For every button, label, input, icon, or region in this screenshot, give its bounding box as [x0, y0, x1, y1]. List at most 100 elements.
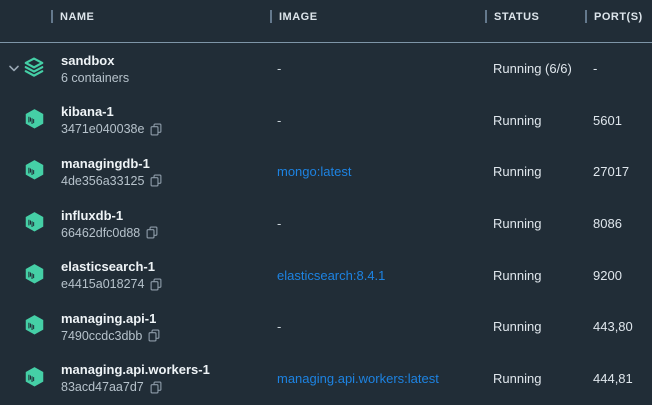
- name-text-block: kibana-1 3471e040038e: [61, 103, 162, 137]
- table-row[interactable]: managing.api-1 7490ccdc3dbb - Running 4: [0, 301, 652, 353]
- ports-text: 5601: [593, 113, 622, 128]
- name-text-block: influxdb-1 66462dfc0d88: [61, 207, 158, 241]
- ports-cell: 8086: [585, 216, 652, 231]
- container-name: influxdb-1: [61, 207, 158, 224]
- name-cell: sandbox 6 containers: [0, 52, 270, 86]
- status-cell: Running: [485, 319, 585, 334]
- copy-icon[interactable]: [150, 278, 162, 291]
- image-cell: managing.api.workers:latest: [270, 371, 485, 386]
- ports-text: 27017: [593, 164, 629, 179]
- ports-cell: 444,81: [585, 371, 652, 386]
- container-icon: [24, 108, 45, 133]
- ports-text: -: [593, 61, 597, 76]
- status-text: Running (6/6): [493, 61, 572, 76]
- row-icon-box: [22, 56, 46, 81]
- status-text: Running: [493, 371, 541, 386]
- name-text-block: managing.api.workers-1 83acd47aa7d7: [61, 361, 210, 395]
- name-cell: managingdb-1 4de356a33125: [0, 155, 270, 189]
- image-cell: -: [270, 61, 485, 76]
- image-cell: -: [270, 113, 485, 128]
- status-text: Running: [493, 216, 541, 231]
- column-header-label: NAME: [60, 11, 94, 23]
- status-cell: Running: [485, 216, 585, 231]
- container-subtext: 66462dfc0d88: [61, 225, 140, 241]
- column-header-ports: PORT(S): [585, 10, 652, 32]
- table-body: sandbox 6 containers - Running (6/6) -: [0, 43, 652, 405]
- copy-icon[interactable]: [150, 123, 162, 136]
- column-header-name: NAME: [0, 10, 270, 32]
- status-text: Running: [493, 268, 541, 283]
- expand-chevron-icon[interactable]: [6, 65, 22, 72]
- image-name[interactable]: elasticsearch:8.4.1: [277, 268, 385, 283]
- table-row[interactable]: managing.api.workers-1 83acd47aa7d7 mana…: [0, 353, 652, 405]
- container-name: managingdb-1: [61, 155, 162, 172]
- copy-icon[interactable]: [146, 226, 158, 239]
- name-cell: managing.api-1 7490ccdc3dbb: [0, 310, 270, 344]
- container-icon: [24, 366, 45, 391]
- column-separator: [485, 10, 487, 23]
- copy-icon[interactable]: [148, 329, 160, 342]
- row-icon-box: [22, 159, 46, 184]
- name-cell: kibana-1 3471e040038e: [0, 103, 270, 137]
- column-separator: [270, 10, 272, 23]
- table-row[interactable]: elasticsearch-1 e4415a018274 elasticsear…: [0, 249, 652, 301]
- column-header-label: PORT(S): [594, 11, 643, 23]
- row-icon-box: [22, 314, 46, 339]
- image-cell: -: [270, 216, 485, 231]
- name-text-block: elasticsearch-1 e4415a018274: [61, 258, 162, 292]
- ports-text: 443,80: [593, 319, 633, 334]
- ports-cell: 5601: [585, 113, 652, 128]
- container-icon: [24, 159, 45, 184]
- container-subtext: 7490ccdc3dbb: [61, 328, 142, 344]
- container-icon: [24, 314, 45, 339]
- container-name: kibana-1: [61, 103, 162, 120]
- image-name[interactable]: managing.api.workers:latest: [277, 371, 439, 386]
- column-separator: [585, 10, 587, 23]
- container-subtext: 3471e040038e: [61, 121, 144, 137]
- container-icon: [24, 211, 45, 236]
- name-cell: influxdb-1 66462dfc0d88: [0, 207, 270, 241]
- table-row[interactable]: influxdb-1 66462dfc0d88 - Running 8086: [0, 198, 652, 250]
- row-icon-box: [22, 211, 46, 236]
- name-text-block: managingdb-1 4de356a33125: [61, 155, 162, 189]
- stack-icon: [23, 56, 45, 81]
- ports-cell: 443,80: [585, 319, 652, 334]
- row-icon-box: [22, 108, 46, 133]
- table-header: NAME IMAGE STATUS PORT(S): [0, 0, 652, 43]
- column-header-image: IMAGE: [270, 10, 485, 32]
- container-name: managing.api.workers-1: [61, 361, 210, 378]
- copy-icon[interactable]: [150, 174, 162, 187]
- status-text: Running: [493, 164, 541, 179]
- row-icon-box: [22, 263, 46, 288]
- column-header-status: STATUS: [485, 10, 585, 32]
- ports-cell: -: [585, 61, 652, 76]
- table-row[interactable]: kibana-1 3471e040038e - Running 5601: [0, 95, 652, 147]
- image-cell: -: [270, 319, 485, 334]
- image-cell: mongo:latest: [270, 164, 485, 179]
- status-text: Running: [493, 319, 541, 334]
- container-subtext: 83acd47aa7d7: [61, 379, 144, 395]
- name-cell: managing.api.workers-1 83acd47aa7d7: [0, 361, 270, 395]
- status-cell: Running: [485, 371, 585, 386]
- ports-cell: 9200: [585, 268, 652, 283]
- copy-icon[interactable]: [150, 381, 162, 394]
- table-row[interactable]: managingdb-1 4de356a33125 mongo:latest R…: [0, 146, 652, 198]
- image-name: -: [277, 61, 281, 76]
- container-subtext: e4415a018274: [61, 276, 144, 292]
- column-header-label: STATUS: [494, 11, 539, 23]
- status-cell: Running (6/6): [485, 61, 585, 76]
- image-name[interactable]: mongo:latest: [277, 164, 351, 179]
- table-row[interactable]: sandbox 6 containers - Running (6/6) -: [0, 43, 652, 95]
- image-cell: elasticsearch:8.4.1: [270, 268, 485, 283]
- containers-table: NAME IMAGE STATUS PORT(S): [0, 0, 652, 405]
- column-header-label: IMAGE: [279, 11, 318, 23]
- image-name: -: [277, 216, 281, 231]
- name-cell: elasticsearch-1 e4415a018274: [0, 258, 270, 292]
- container-name: managing.api-1: [61, 310, 160, 327]
- container-subtext: 6 containers: [61, 70, 129, 86]
- name-text-block: sandbox 6 containers: [61, 52, 129, 86]
- status-text: Running: [493, 113, 541, 128]
- status-cell: Running: [485, 113, 585, 128]
- container-name: elasticsearch-1: [61, 258, 162, 275]
- name-text-block: managing.api-1 7490ccdc3dbb: [61, 310, 160, 344]
